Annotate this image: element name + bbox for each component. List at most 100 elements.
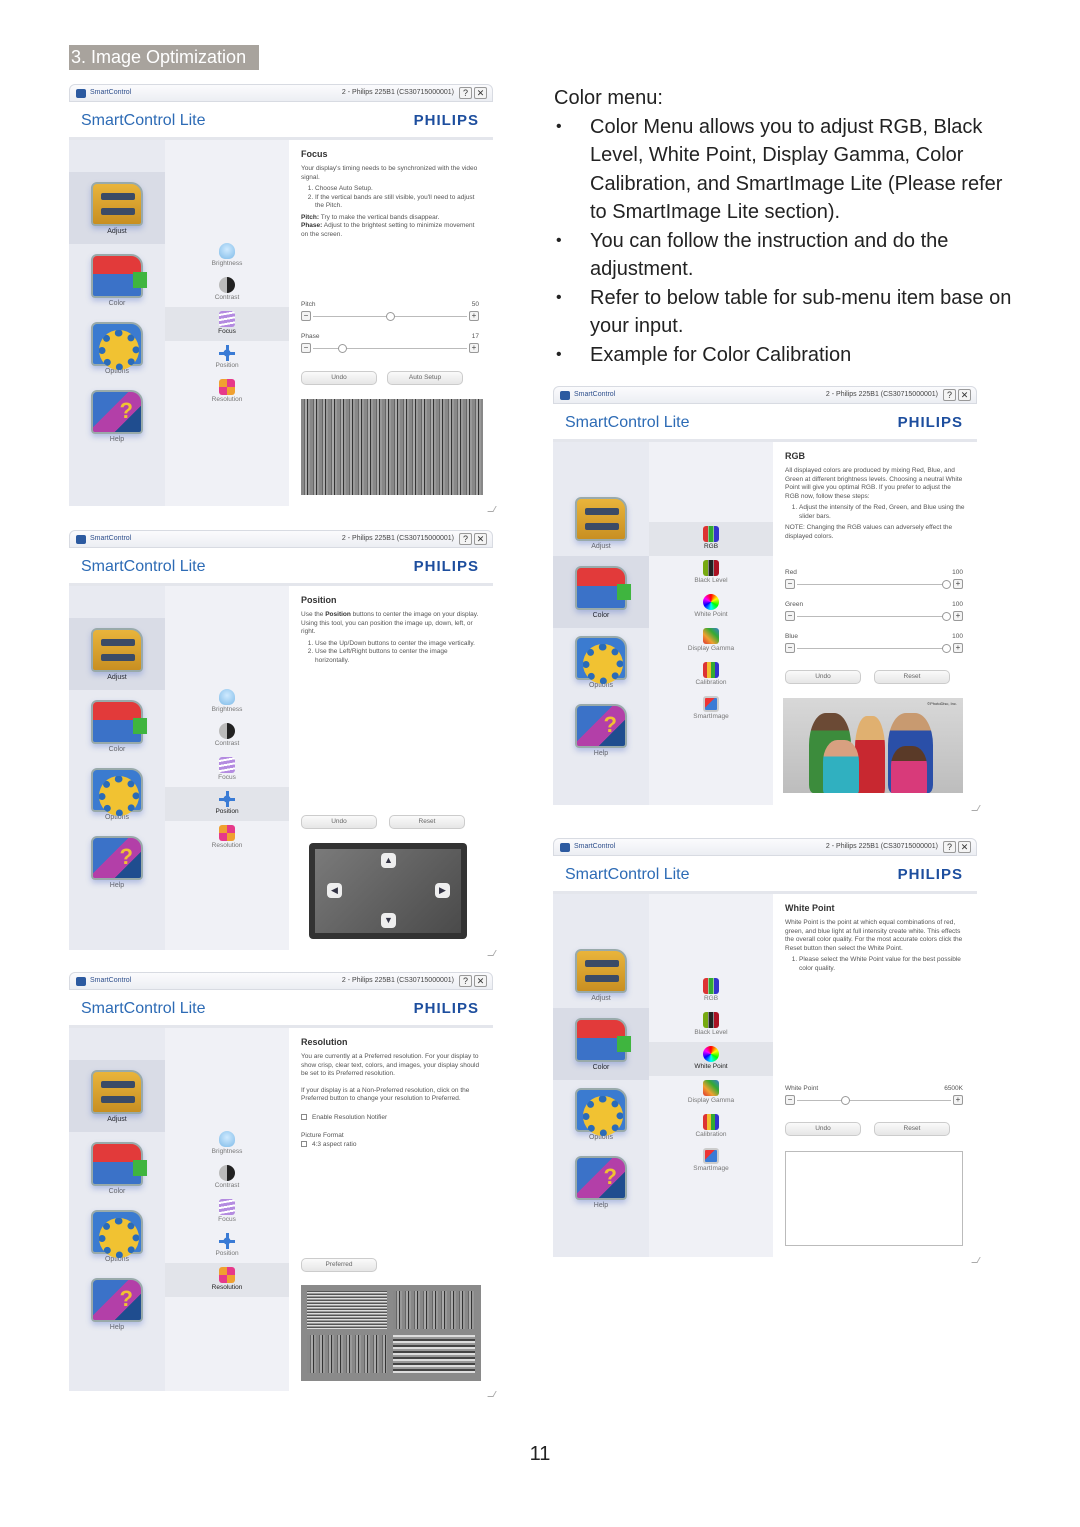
resize-grip[interactable] (487, 506, 497, 512)
move-right-button[interactable]: ▶ (435, 883, 450, 898)
move-up-button[interactable]: ▲ (381, 853, 396, 868)
decrease-button[interactable]: − (301, 311, 311, 321)
subnav-black-level[interactable]: Black Level (649, 1008, 773, 1042)
help-button[interactable]: ? (459, 87, 472, 99)
nav-help[interactable]: Help (69, 380, 165, 452)
move-down-button[interactable]: ▼ (381, 913, 396, 928)
nav-adjust[interactable]: Adjust (553, 939, 649, 1011)
subnav-brightness[interactable]: Brightness (165, 1127, 289, 1161)
pitch-slider[interactable]: Pitch 50 − + (301, 301, 479, 321)
close-button[interactable]: ✕ (474, 975, 487, 987)
phase-slider[interactable]: Phase 17 − + (301, 333, 479, 353)
decrease-button[interactable]: − (785, 643, 795, 653)
reset-button[interactable]: Reset (874, 1122, 950, 1136)
resize-grip[interactable] (971, 1257, 981, 1263)
preferred-button[interactable]: Preferred (301, 1258, 377, 1272)
slider-knob[interactable] (840, 1096, 850, 1105)
nav-adjust[interactable]: Adjust (69, 618, 165, 690)
increase-button[interactable]: + (953, 1095, 963, 1105)
help-button[interactable]: ? (459, 533, 472, 545)
subnav-focus[interactable]: Focus (165, 753, 289, 787)
nav-options[interactable]: Options (69, 312, 165, 384)
subnav-resolution[interactable]: Resolution (165, 821, 289, 855)
subnav-position[interactable]: Position (165, 1229, 289, 1263)
subnav-position[interactable]: Position (165, 787, 289, 821)
nav-options[interactable]: Options (69, 758, 165, 830)
nav-help[interactable]: Help (553, 1146, 649, 1218)
slider-knob[interactable] (942, 612, 951, 621)
increase-button[interactable]: + (953, 643, 963, 653)
help-button[interactable]: ? (943, 841, 956, 853)
reset-button[interactable]: Reset (874, 670, 950, 684)
nav-help[interactable]: Help (553, 694, 649, 766)
close-button[interactable]: ✕ (474, 533, 487, 545)
subnav-resolution[interactable]: Resolution (165, 1263, 289, 1297)
move-left-button[interactable]: ◀ (327, 883, 342, 898)
subnav-calibration[interactable]: Calibration (649, 1110, 773, 1144)
nav-color[interactable]: Color (69, 244, 165, 316)
nav-options[interactable]: Options (69, 1200, 165, 1272)
increase-button[interactable]: + (469, 311, 479, 321)
close-button[interactable]: ✕ (958, 841, 971, 853)
subnav-white-point[interactable]: White Point (649, 1042, 773, 1076)
subnav-focus[interactable]: Focus (165, 1195, 289, 1229)
resize-grip[interactable] (971, 805, 981, 811)
decrease-button[interactable]: − (785, 1095, 795, 1105)
subnav-contrast[interactable]: Contrast (165, 719, 289, 753)
blue-slider[interactable]: Blue 100 − + (785, 633, 963, 653)
nav-color[interactable]: Color (553, 1008, 649, 1080)
decrease-button[interactable]: − (785, 579, 795, 589)
subnav-display-gamma[interactable]: Display Gamma (649, 1076, 773, 1110)
undo-button[interactable]: Undo (785, 1122, 861, 1136)
resize-grip[interactable] (487, 950, 497, 956)
resize-grip[interactable] (487, 1391, 497, 1397)
nav-adjust[interactable]: Adjust (69, 1060, 165, 1132)
white-point-slider[interactable]: White Point 6500K − + (785, 1085, 963, 1105)
help-button[interactable]: ? (943, 389, 956, 401)
subnav-resolution[interactable]: Resolution (165, 375, 289, 409)
decrease-button[interactable]: − (301, 343, 311, 353)
slider-knob[interactable] (385, 312, 395, 321)
increase-button[interactable]: + (953, 579, 963, 589)
close-button[interactable]: ✕ (958, 389, 971, 401)
slider-knob[interactable] (942, 644, 951, 653)
subnav-contrast[interactable]: Contrast (165, 273, 289, 307)
subnav-brightness[interactable]: Brightness (165, 239, 289, 273)
auto-setup-button[interactable]: Auto Setup (387, 371, 463, 385)
subnav-black-level[interactable]: Black Level (649, 556, 773, 590)
increase-button[interactable]: + (953, 611, 963, 621)
undo-button[interactable]: Undo (785, 670, 861, 684)
subnav-smartimage[interactable]: SmartImage (649, 1144, 773, 1178)
slider-knob[interactable] (942, 580, 951, 589)
nav-color[interactable]: Color (69, 1132, 165, 1204)
slider-knob[interactable] (337, 344, 347, 353)
red-slider[interactable]: Red 100 − + (785, 569, 963, 589)
decrease-button[interactable]: − (785, 611, 795, 621)
nav-options[interactable]: Options (553, 1078, 649, 1150)
nav-help[interactable]: Help (69, 826, 165, 898)
nav-options[interactable]: Options (553, 626, 649, 698)
help-button[interactable]: ? (459, 975, 472, 987)
undo-button[interactable]: Undo (301, 371, 377, 385)
subnav-focus[interactable]: Focus (165, 307, 289, 341)
green-slider[interactable]: Green 100 − + (785, 601, 963, 621)
undo-button[interactable]: Undo (301, 815, 377, 829)
subnav-calibration[interactable]: Calibration (649, 658, 773, 692)
nav-color[interactable]: Color (69, 690, 165, 762)
nav-color[interactable]: Color (553, 556, 649, 628)
nav-help[interactable]: Help (69, 1268, 165, 1340)
aspect-ratio-checkbox[interactable]: 4:3 aspect ratio (301, 1141, 481, 1150)
subnav-smartimage[interactable]: SmartImage (649, 692, 773, 726)
nav-adjust[interactable]: Adjust (553, 487, 649, 559)
reset-button[interactable]: Reset (389, 815, 465, 829)
subnav-white-point[interactable]: White Point (649, 590, 773, 624)
subnav-contrast[interactable]: Contrast (165, 1161, 289, 1195)
subnav-position[interactable]: Position (165, 341, 289, 375)
subnav-display-gamma[interactable]: Display Gamma (649, 624, 773, 658)
close-button[interactable]: ✕ (474, 87, 487, 99)
subnav-rgb[interactable]: RGB (649, 522, 773, 556)
increase-button[interactable]: + (469, 343, 479, 353)
subnav-brightness[interactable]: Brightness (165, 685, 289, 719)
enable-notifier-checkbox[interactable]: Enable Resolution Notifier (301, 1114, 481, 1123)
nav-adjust[interactable]: Adjust (69, 172, 165, 244)
